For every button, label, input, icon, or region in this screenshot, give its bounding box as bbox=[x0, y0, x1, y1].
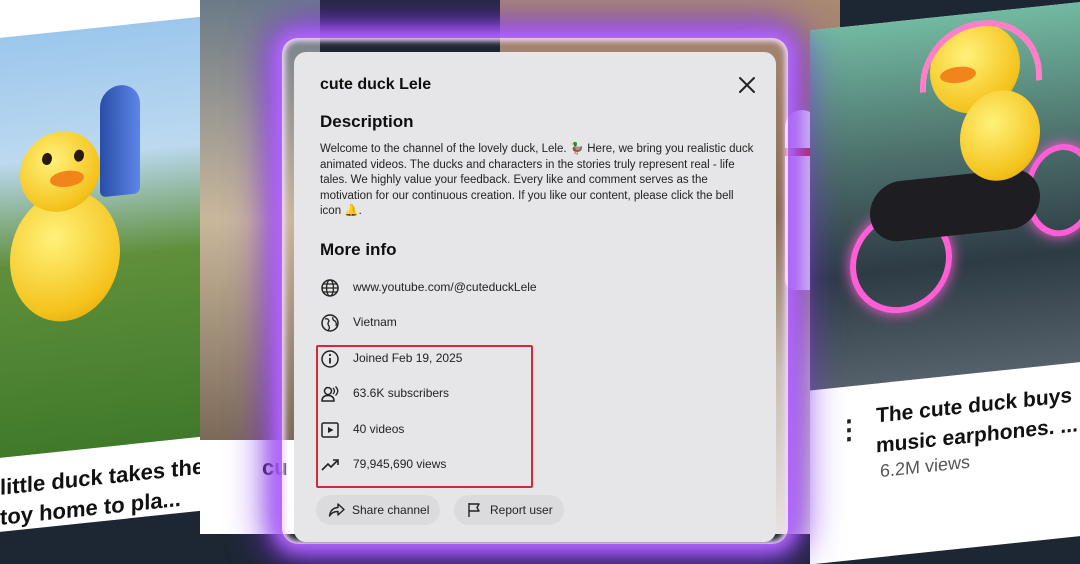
total-views: 79,945,690 views bbox=[353, 457, 447, 471]
video-title[interactable]: The cute duck buys music earphones. ... bbox=[876, 378, 1080, 461]
video-icon bbox=[320, 420, 340, 440]
globe-icon bbox=[320, 278, 340, 298]
trending-icon bbox=[320, 455, 340, 475]
subscribers-icon bbox=[320, 384, 340, 404]
close-button[interactable] bbox=[736, 74, 758, 96]
close-icon[interactable] bbox=[736, 74, 758, 96]
info-row-videos: 40 videos bbox=[320, 418, 720, 442]
share-icon bbox=[328, 501, 346, 519]
info-row-subscribers: 63.6K subscribers bbox=[320, 382, 720, 406]
channel-url-link[interactable]: www.youtube.com/@cuteduckLele bbox=[353, 280, 537, 294]
location-globe-icon bbox=[320, 313, 340, 333]
video-card-right[interactable]: The cute duck buys music earphones. ... … bbox=[810, 0, 1080, 564]
subscriber-count: 63.6K subscribers bbox=[353, 386, 450, 400]
flag-icon bbox=[466, 501, 484, 519]
channel-about-dialog: cute duck Lele Description Welcome to th… bbox=[294, 52, 776, 542]
info-row-country: Vietnam bbox=[320, 311, 720, 335]
info-row-views: 79,945,690 views bbox=[320, 453, 720, 477]
video-thumbnail[interactable] bbox=[810, 0, 1080, 391]
info-icon bbox=[320, 349, 340, 369]
description-text: Welcome to the channel of the lovely duc… bbox=[320, 143, 754, 217]
channel-name: cute duck Lele bbox=[320, 76, 432, 93]
report-user-button[interactable]: Report user bbox=[454, 495, 564, 525]
info-row-joined: Joined Feb 19, 2025 bbox=[320, 347, 720, 371]
more-options-icon[interactable]: ⋮ bbox=[836, 413, 862, 446]
description-heading: Description bbox=[320, 112, 414, 131]
share-channel-label: Share channel bbox=[352, 503, 430, 517]
share-channel-button[interactable]: Share channel bbox=[316, 495, 440, 525]
more-info-heading: More info bbox=[320, 240, 397, 259]
video-count: 40 videos bbox=[353, 422, 405, 436]
info-row-url[interactable]: www.youtube.com/@cuteduckLele bbox=[320, 276, 720, 300]
report-user-label: Report user bbox=[490, 503, 553, 517]
joined-date: Joined Feb 19, 2025 bbox=[353, 351, 463, 365]
country-text: Vietnam bbox=[353, 315, 397, 329]
